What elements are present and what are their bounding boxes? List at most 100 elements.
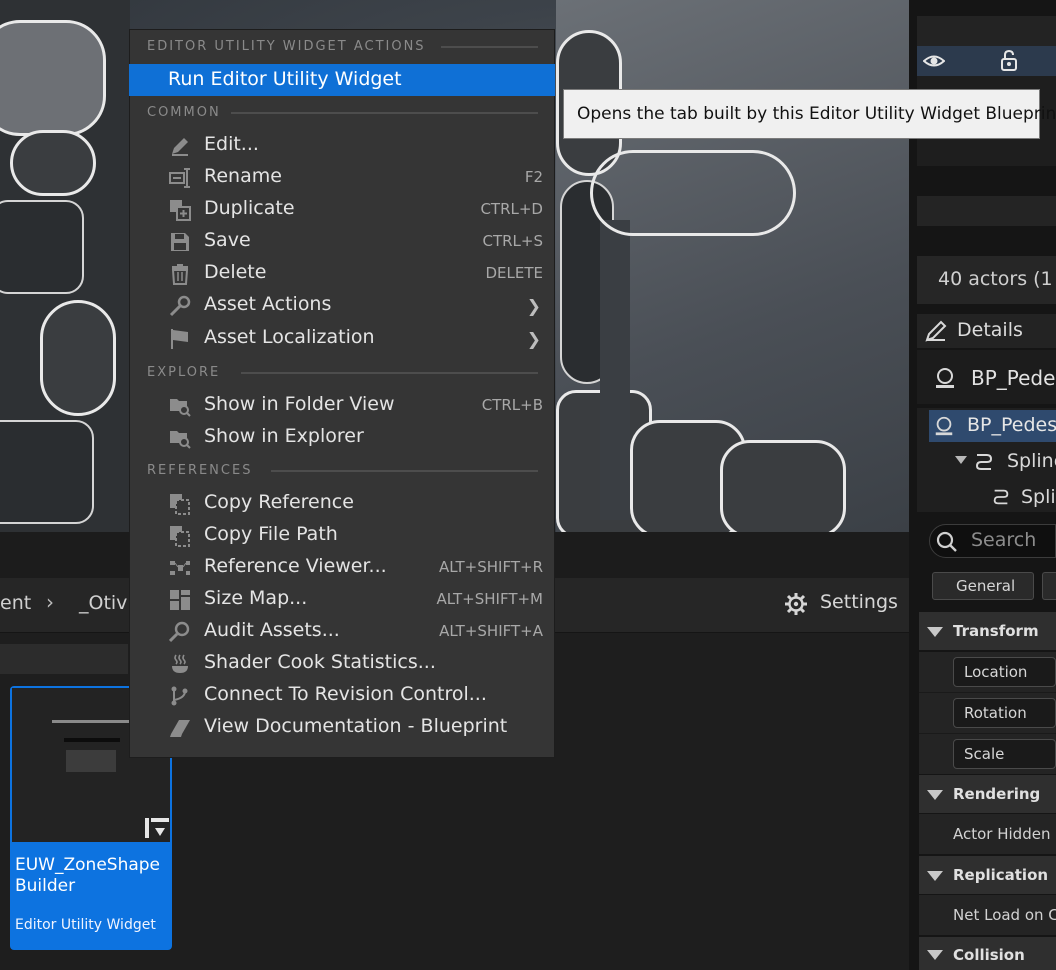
spline-icon	[975, 454, 993, 470]
property-row: Net Load on Cl	[919, 895, 1056, 935]
section-divider	[241, 372, 538, 374]
shortcut-label: DELETE	[485, 264, 543, 282]
audit-icon	[169, 621, 190, 643]
section-title: Rendering	[953, 785, 1041, 803]
tab-general[interactable]: General	[932, 572, 1034, 600]
details-actor-header: BP_Pede	[917, 350, 1056, 404]
menu-item-size-map[interactable]: Size Map... ALT+SHIFT+M	[129, 584, 555, 616]
property-row: Scale	[919, 733, 1056, 774]
map-block	[40, 300, 116, 416]
menu-item-label: Rename	[204, 165, 282, 187]
location-dropdown[interactable]: Location	[953, 657, 1056, 687]
property-row: Location	[919, 652, 1056, 692]
menu-item-delete[interactable]: Delete DELETE	[129, 258, 555, 290]
grid-icon	[170, 590, 190, 610]
asset-grid-header	[0, 644, 128, 674]
shortcut-label: ALT+SHIFT+R	[438, 558, 543, 576]
menu-item-asset-localization[interactable]: Asset Localization ❯	[129, 323, 555, 355]
blueprint-actor-icon	[936, 368, 954, 388]
menu-item-show-in-explorer[interactable]: Show in Explorer	[129, 422, 555, 454]
menu-item-label: Size Map...	[204, 587, 308, 609]
thumbnail-preview	[52, 720, 130, 723]
asset-type: Editor Utility Widget	[15, 917, 156, 933]
shortcut-label: CTRL+D	[480, 200, 543, 218]
eye-icon[interactable]	[923, 52, 945, 70]
section-title: Collision	[953, 946, 1025, 964]
breadcrumb-item[interactable]: ent	[0, 592, 31, 614]
search-icon	[936, 531, 957, 552]
section-title: Transform	[953, 622, 1039, 640]
details-tab[interactable]: Details	[917, 314, 1056, 348]
menu-item-label: Duplicate	[204, 197, 295, 219]
menu-item-label: View Documentation - Blueprint	[204, 715, 508, 737]
asset-name: EUW_ZoneShape Builder	[15, 855, 161, 896]
tooltip: Opens the tab built by this Editor Utili…	[563, 89, 1056, 139]
component-row-spline-child[interactable]: Spli	[929, 482, 1056, 512]
menu-item-audit-assets[interactable]: Audit Assets... ALT+SHIFT+A	[129, 616, 555, 648]
details-title: Details	[957, 319, 1023, 341]
section-title: Replication	[953, 866, 1049, 884]
section-collision[interactable]: Collision	[919, 937, 1056, 970]
property-row: Rotation	[919, 692, 1056, 733]
scale-dropdown[interactable]: Scale	[953, 739, 1056, 769]
property-label: Actor Hidden In	[953, 825, 1056, 843]
collapse-arrow-icon	[927, 950, 943, 960]
menu-item-asset-actions[interactable]: Asset Actions ❯	[129, 290, 555, 322]
menu-item-connect-revision-control[interactable]: Connect To Revision Control...	[129, 680, 555, 712]
shortcut-label: ALT+SHIFT+A	[439, 622, 543, 640]
menu-item-label: Run Editor Utility Widget	[168, 68, 402, 90]
details-search-input[interactable]: Search	[929, 524, 1056, 558]
menu-item-show-in-folder-view[interactable]: Show in Folder View CTRL+B	[129, 390, 555, 422]
graph-icon	[170, 561, 190, 575]
menu-item-label: Connect To Revision Control...	[204, 683, 487, 705]
menu-item-view-documentation[interactable]: View Documentation - Blueprint	[129, 712, 555, 744]
map-block	[10, 130, 96, 196]
unlock-icon[interactable]	[999, 50, 1019, 72]
menu-item-rename[interactable]: Rename F2	[129, 162, 555, 194]
dropdown-value: Rotation	[964, 704, 1027, 722]
widget-type-icon	[145, 818, 169, 838]
menu-item-label: Shader Cook Statistics...	[204, 651, 436, 673]
menu-item-reference-viewer[interactable]: Reference Viewer... ALT+SHIFT+R	[129, 552, 555, 584]
menu-item-run-editor-utility-widget[interactable]: Run Editor Utility Widget	[129, 64, 555, 96]
menu-item-label: Copy File Path	[204, 523, 338, 545]
tab-general-label: General	[956, 577, 1016, 595]
shortcut-label: CTRL+B	[481, 396, 543, 414]
menu-item-label: Asset Actions	[204, 293, 332, 315]
tooltip-text: Opens the tab built by this Editor Utili…	[577, 104, 1056, 124]
trash-icon	[171, 264, 189, 285]
menu-item-label: Audit Assets...	[204, 619, 340, 641]
section-header: EXPLORE	[147, 365, 221, 380]
map-road	[590, 150, 796, 236]
branch-icon	[171, 686, 188, 706]
actor-count: 40 actors (1 s	[938, 268, 1056, 290]
menu-item-copy-file-path[interactable]: Copy File Path	[129, 520, 555, 552]
pencil-icon	[172, 138, 188, 156]
breadcrumb-item[interactable]: _Otiv	[79, 592, 127, 614]
save-icon	[171, 233, 189, 251]
outliner-selected-row[interactable]	[917, 46, 1056, 76]
outliner-status: 40 actors (1 s	[917, 256, 1056, 304]
component-label: Spli	[1021, 486, 1056, 508]
menu-item-shader-cook-statistics[interactable]: Shader Cook Statistics...	[129, 648, 555, 680]
section-transform[interactable]: Transform	[919, 612, 1056, 650]
collapse-arrow-icon	[927, 790, 943, 800]
copy-icon	[170, 494, 190, 515]
tab-next[interactable]	[1042, 572, 1056, 600]
expand-arrow-icon[interactable]	[955, 456, 967, 464]
section-replication[interactable]: Replication	[919, 856, 1056, 894]
component-row-spline[interactable]: Spline	[929, 446, 1056, 478]
blueprint-actor-icon	[935, 416, 953, 436]
menu-item-edit[interactable]: Edit...	[129, 130, 555, 162]
menu-item-duplicate[interactable]: Duplicate CTRL+D	[129, 194, 555, 226]
settings-label: Settings	[820, 591, 898, 613]
shortcut-label: CTRL+S	[482, 232, 543, 250]
settings-button[interactable]: Settings	[784, 590, 904, 618]
rotation-dropdown[interactable]: Rotation	[953, 698, 1056, 728]
menu-item-copy-reference[interactable]: Copy Reference	[129, 488, 555, 520]
component-row-root[interactable]: BP_Pedes	[929, 410, 1056, 442]
breadcrumb-separator-icon: ›	[46, 590, 54, 614]
menu-item-save[interactable]: Save CTRL+S	[129, 226, 555, 258]
section-rendering[interactable]: Rendering	[919, 775, 1056, 813]
map-block	[0, 200, 84, 294]
